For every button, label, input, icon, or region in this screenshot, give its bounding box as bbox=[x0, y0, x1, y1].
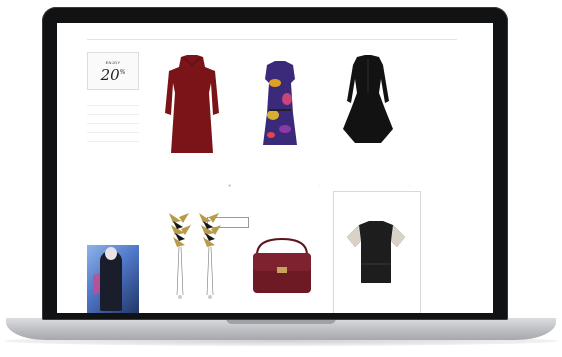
product-price bbox=[157, 168, 227, 172]
banner-model-figure bbox=[100, 251, 122, 311]
leather-top-image[interactable] bbox=[341, 219, 411, 289]
sidebar-item[interactable] bbox=[87, 106, 139, 115]
product-card[interactable] bbox=[157, 53, 227, 172]
banner-model-head bbox=[105, 247, 117, 260]
black-dress-image bbox=[343, 55, 393, 143]
laptop-screen: ENJOY 20% ✕ · · bbox=[57, 23, 493, 313]
product-price bbox=[245, 168, 315, 172]
sidebar-item[interactable] bbox=[87, 124, 139, 133]
nav-divider bbox=[87, 39, 457, 40]
product-price bbox=[333, 168, 403, 172]
promo-banner[interactable]: ENJOY 20% bbox=[87, 52, 139, 90]
product-card[interactable] bbox=[333, 53, 403, 172]
print-dress-image bbox=[263, 61, 297, 145]
sidebar-item[interactable] bbox=[87, 97, 139, 106]
sidebar-item[interactable] bbox=[87, 133, 139, 142]
wishlist-icon[interactable]: · bbox=[409, 183, 410, 188]
editorial-banner-image[interactable] bbox=[87, 245, 139, 313]
earrings-image[interactable] bbox=[159, 211, 229, 311]
product-card[interactable] bbox=[245, 53, 315, 172]
wishlist-icon[interactable]: · bbox=[319, 183, 320, 188]
promo-discount: 20% bbox=[100, 65, 126, 84]
top-navigation bbox=[87, 29, 457, 37]
filter-sidebar bbox=[87, 93, 139, 152]
wishlist-icon[interactable]: ✕ bbox=[228, 183, 231, 188]
red-dress-image bbox=[165, 55, 219, 153]
handbag-image[interactable] bbox=[247, 235, 317, 305]
sidebar-item[interactable] bbox=[87, 115, 139, 124]
